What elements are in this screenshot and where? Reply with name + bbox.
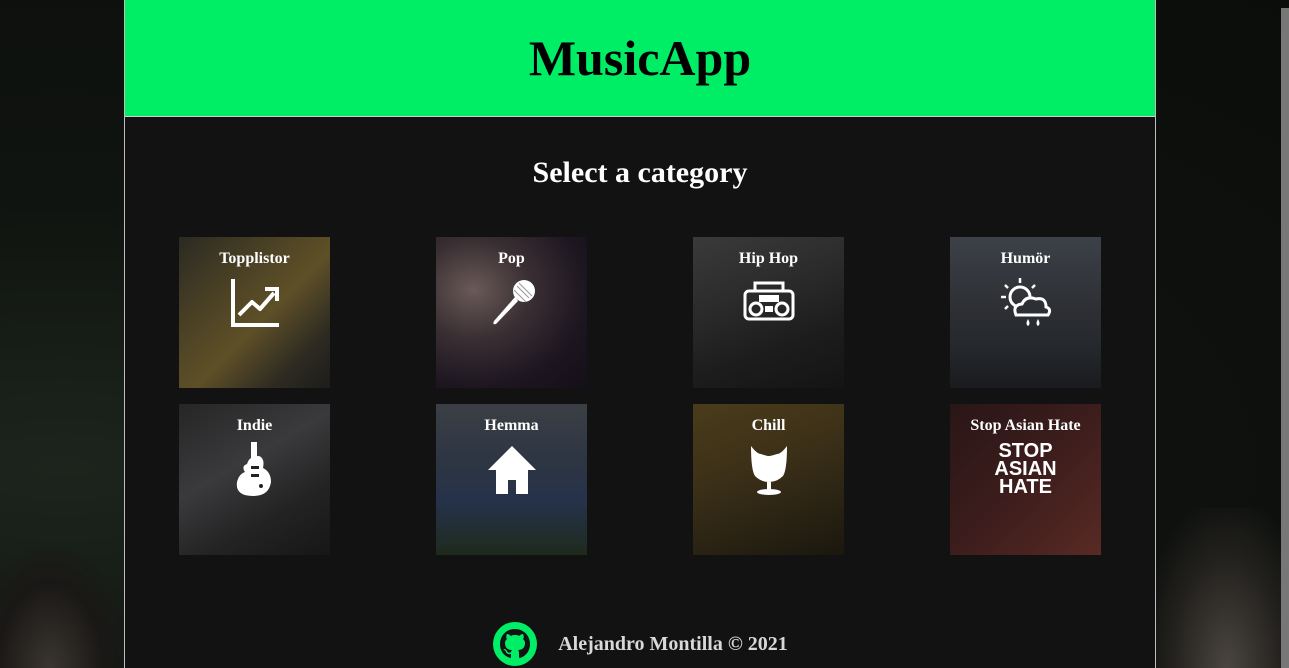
microphone-icon xyxy=(484,275,540,331)
stop-asian-hate-logo: STOP ASIAN HATE xyxy=(994,440,1057,498)
page-scrollbar[interactable] xyxy=(1281,8,1289,668)
category-label: Topplistor xyxy=(219,250,290,267)
app-header: MusicApp xyxy=(125,0,1155,117)
boombox-icon xyxy=(741,275,797,331)
category-label: Hip Hop xyxy=(738,250,799,267)
app-container: MusicApp Select a category Topplistor Po… xyxy=(124,0,1156,668)
category-tile-topplistor[interactable]: Topplistor xyxy=(179,237,330,388)
category-label: Pop xyxy=(498,250,525,267)
section-title: Select a category xyxy=(532,156,748,189)
footer-credit: Alejandro Montilla © 2021 xyxy=(558,632,788,655)
category-tile-hip-hop[interactable]: Hip Hop xyxy=(693,237,844,388)
footer: Alejandro Montilla © 2021 xyxy=(125,620,1155,668)
egg-chair-icon xyxy=(741,442,797,498)
background-crowd-left xyxy=(0,548,125,668)
category-tile-humor[interactable]: Humör xyxy=(950,237,1101,388)
category-label: Stop Asian Hate xyxy=(970,417,1081,434)
category-tile-hemma[interactable]: Hemma xyxy=(436,404,587,555)
category-tile-chill[interactable]: Chill xyxy=(693,404,844,555)
electric-guitar-icon xyxy=(227,442,283,498)
category-label: Hemma xyxy=(484,417,539,434)
category-tile-indie[interactable]: Indie xyxy=(179,404,330,555)
github-icon[interactable] xyxy=(492,621,538,667)
app-title: MusicApp xyxy=(528,30,752,86)
chart-trend-icon xyxy=(227,275,283,331)
category-label: Indie xyxy=(236,417,273,434)
category-tile-pop[interactable]: Pop xyxy=(436,237,587,388)
category-label: Humör xyxy=(1000,250,1051,267)
home-icon xyxy=(484,442,540,498)
category-label: Chill xyxy=(751,417,786,434)
weather-mood-icon xyxy=(998,275,1054,331)
background-crowd-right xyxy=(1146,508,1281,668)
category-tile-stop-asian-hate[interactable]: Stop Asian Hate STOP ASIAN HATE xyxy=(950,404,1101,555)
